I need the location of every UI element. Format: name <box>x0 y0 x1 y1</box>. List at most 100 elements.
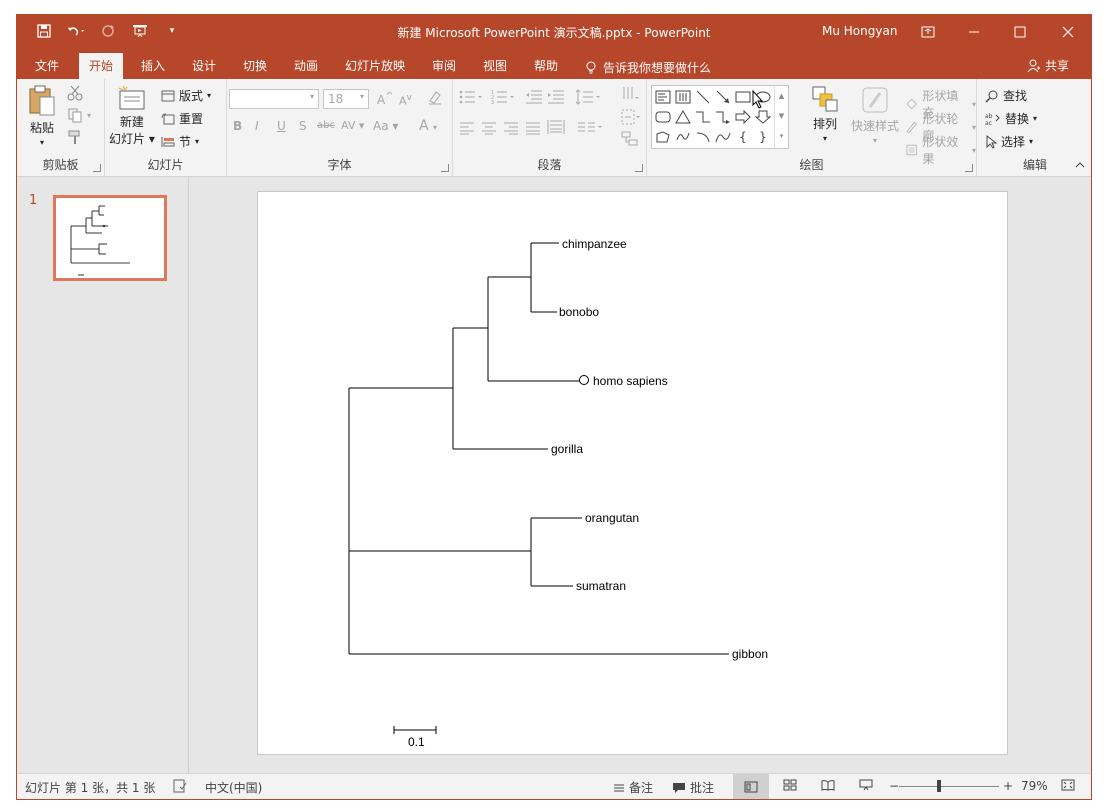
text-shadow-button[interactable]: S <box>299 119 307 133</box>
slide-thumbnail[interactable] <box>53 195 167 281</box>
tab-review[interactable]: 审阅 <box>422 53 466 79</box>
leaf-label-gibbon[interactable]: gibbon <box>732 647 768 661</box>
strikethrough-button[interactable]: abc <box>317 120 335 131</box>
comments-button[interactable]: 批注 <box>672 779 714 796</box>
format-painter-icon[interactable] <box>67 129 83 145</box>
line-shape-icon[interactable] <box>694 88 712 106</box>
leaf-label-sumatran[interactable]: sumatran <box>576 579 626 593</box>
save-icon[interactable] <box>35 21 53 41</box>
close-button[interactable] <box>1045 15 1091 49</box>
right-brace-shape-icon[interactable]: } <box>754 128 772 146</box>
decrease-indent-icon[interactable] <box>525 89 543 108</box>
align-center-icon[interactable] <box>481 121 497 138</box>
text-direction-icon[interactable] <box>621 85 641 106</box>
underline-button[interactable]: U <box>277 119 286 133</box>
freeform-shape-icon[interactable] <box>654 128 672 146</box>
elbow-connector-shape-icon[interactable] <box>694 108 712 126</box>
tab-home[interactable]: 开始 <box>79 53 124 79</box>
reading-view-button[interactable] <box>821 779 835 791</box>
minimize-button[interactable] <box>951 15 997 49</box>
maximize-button[interactable] <box>997 15 1043 49</box>
select-button[interactable]: 选择 ▾ <box>985 133 1033 150</box>
paste-button[interactable]: 粘贴 ▾ <box>27 85 57 147</box>
shapes-gallery-scroll[interactable]: ▲ ▼ ▾ <box>774 86 788 148</box>
node-marker[interactable] <box>579 375 589 385</box>
clear-formatting-icon[interactable] <box>427 89 443 108</box>
zoom-slider-thumb[interactable] <box>937 780 941 792</box>
tell-me-box[interactable]: 告诉我你想要做什么 <box>585 59 711 76</box>
tab-help[interactable]: 帮助 <box>524 53 568 79</box>
phylogenetic-tree[interactable]: chimpanzee bonobo homo sapiens gorilla o… <box>258 192 1007 754</box>
fit-slide-button[interactable] <box>1061 779 1075 791</box>
arc-shape-icon[interactable] <box>694 128 712 146</box>
quick-styles-button[interactable]: 快速样式 ▾ <box>851 85 899 145</box>
tab-transitions[interactable]: 切换 <box>233 53 277 79</box>
section-button[interactable]: 节 ▾ <box>161 133 199 150</box>
zoom-in-button[interactable]: + <box>1003 779 1013 793</box>
share-button[interactable]: 共享 <box>1027 57 1069 74</box>
notes-button[interactable]: 备注 <box>613 779 653 796</box>
rounded-rectangle-shape-icon[interactable] <box>654 108 672 126</box>
triangle-shape-icon[interactable] <box>674 108 692 126</box>
scribble-shape-icon[interactable] <box>674 128 692 146</box>
shrink-font-icon[interactable]: Av <box>399 92 412 108</box>
align-left-icon[interactable] <box>459 121 475 138</box>
distributed-icon[interactable] <box>547 119 565 138</box>
shapes-gallery[interactable]: { } ▲ ▼ ▾ <box>651 85 789 149</box>
italic-button[interactable]: I <box>255 119 259 133</box>
leaf-label-homo-sapiens[interactable]: homo sapiens <box>593 374 668 388</box>
paragraph-dialog-launcher-icon[interactable] <box>635 164 643 172</box>
character-spacing-button[interactable]: AV ▾ <box>341 119 364 132</box>
replace-button[interactable]: ab ac 替换 ▾ <box>985 110 1037 127</box>
reset-button[interactable]: 重置 <box>161 110 203 127</box>
tab-file[interactable]: 文件 <box>25 53 69 79</box>
leaf-label-orangutan[interactable]: orangutan <box>585 511 639 525</box>
user-name[interactable]: Mu Hongyan <box>822 24 897 38</box>
slide-canvas[interactable]: chimpanzee bonobo homo sapiens gorilla o… <box>257 191 1008 755</box>
grow-font-icon[interactable]: A^ <box>377 91 394 107</box>
zoom-level[interactable]: 79% <box>1021 779 1048 793</box>
find-button[interactable]: 查找 <box>985 87 1027 104</box>
slide-sorter-button[interactable] <box>783 779 797 791</box>
numbering-icon[interactable]: 123 <box>491 89 515 108</box>
zoom-slider[interactable] <box>899 786 999 787</box>
undo-icon[interactable] <box>67 21 85 41</box>
leaf-label-bonobo[interactable]: bonobo <box>559 305 599 319</box>
present-from-start-icon[interactable] <box>131 21 149 41</box>
clipboard-dialog-launcher-icon[interactable] <box>93 164 101 172</box>
textbox-shape-icon[interactable] <box>654 88 672 106</box>
copy-icon[interactable]: ▾ <box>67 107 91 123</box>
font-color-button[interactable]: A ▾ <box>419 118 437 134</box>
accessibility-icon[interactable] <box>173 779 187 793</box>
slideshow-view-button[interactable] <box>859 779 873 791</box>
font-dialog-launcher-icon[interactable] <box>441 164 449 172</box>
arrange-button[interactable]: 排列 ▾ <box>811 85 839 143</box>
bullets-icon[interactable] <box>459 89 483 108</box>
tab-design[interactable]: 设计 <box>182 53 226 79</box>
ribbon-display-options-icon[interactable] <box>905 15 951 49</box>
increase-indent-icon[interactable] <box>547 89 565 108</box>
font-family-field[interactable]: ▾ <box>229 89 319 109</box>
new-slide-button[interactable]: 新建 幻灯片 ▾ <box>109 85 155 147</box>
font-size-field[interactable]: 18 ▾ <box>323 89 369 109</box>
language-indicator[interactable]: 中文(中国) <box>205 779 262 796</box>
zoom-out-button[interactable]: − <box>889 779 899 793</box>
justify-icon[interactable] <box>525 121 541 138</box>
tab-view[interactable]: 视图 <box>473 53 517 79</box>
customize-qat-icon[interactable]: ▾ <box>163 21 181 41</box>
columns-icon[interactable] <box>577 121 603 138</box>
left-brace-shape-icon[interactable]: { <box>734 128 752 146</box>
normal-view-button[interactable] <box>733 774 769 799</box>
layout-button[interactable]: 版式 ▾ <box>161 87 211 104</box>
cut-icon[interactable] <box>67 85 83 101</box>
drawing-dialog-launcher-icon[interactable] <box>965 164 973 172</box>
smartart-icon[interactable] <box>621 131 641 150</box>
bold-button[interactable]: B <box>233 119 242 133</box>
arrow-line-shape-icon[interactable] <box>714 88 732 106</box>
tab-slideshow[interactable]: 幻灯片放映 <box>335 53 415 79</box>
rectangle-shape-icon[interactable] <box>734 88 752 106</box>
align-right-icon[interactable] <box>503 121 519 138</box>
tab-insert[interactable]: 插入 <box>131 53 175 79</box>
line-spacing-icon[interactable] <box>575 89 601 108</box>
vertical-textbox-shape-icon[interactable] <box>674 88 692 106</box>
